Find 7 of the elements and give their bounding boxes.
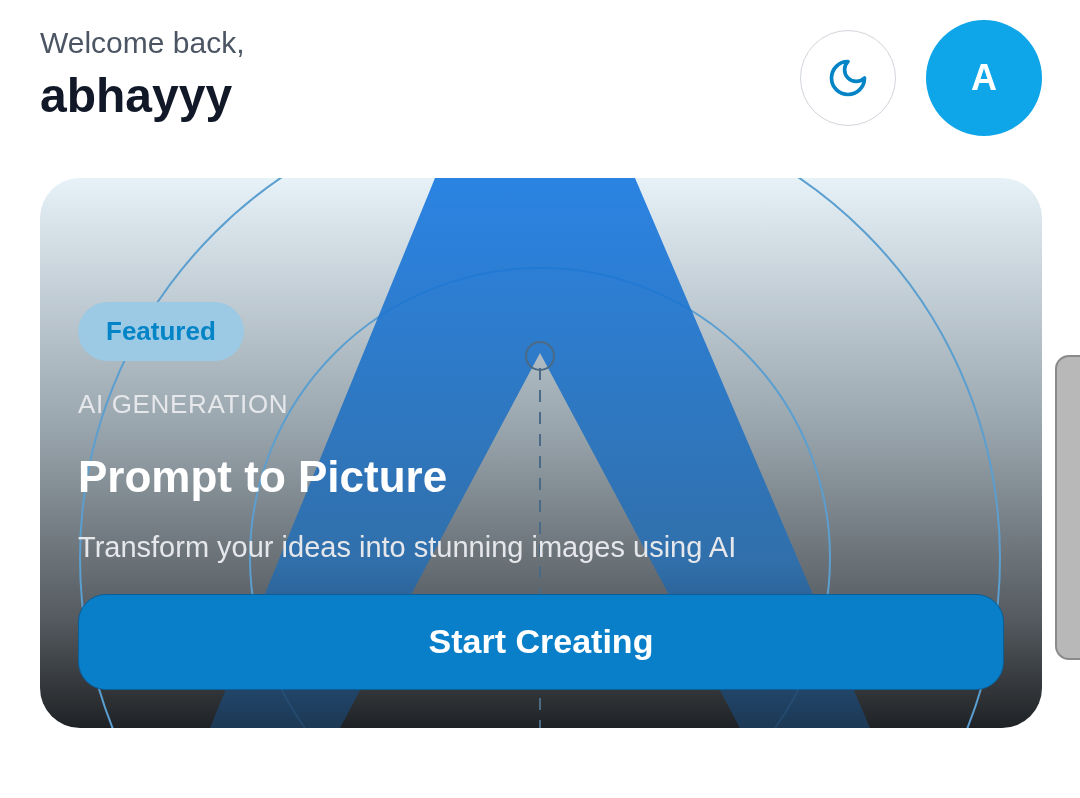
card-title: Prompt to Picture bbox=[78, 451, 448, 503]
start-creating-button[interactable]: Start Creating bbox=[78, 593, 1004, 690]
avatar[interactable]: A bbox=[926, 20, 1042, 136]
category-label: AI GENERATION bbox=[78, 388, 289, 421]
username: abhayyy bbox=[40, 67, 234, 124]
featured-badge: Featured bbox=[78, 302, 244, 361]
greeting: Welcome back, bbox=[40, 25, 245, 61]
